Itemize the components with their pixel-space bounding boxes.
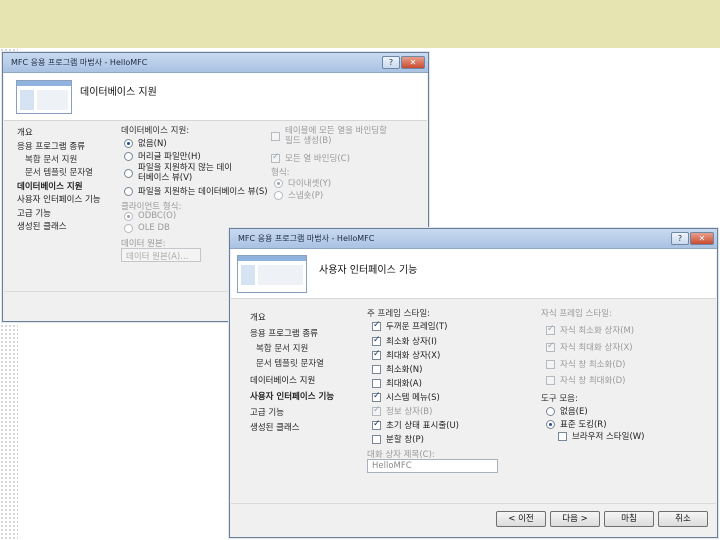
nav-item-user-interface[interactable]: 사용자 인터페이스 기능: [250, 390, 334, 402]
checkbox-icon: [372, 349, 381, 360]
checkbox-icon: [271, 152, 280, 163]
db-option-header-only[interactable]: 머리글 파일만(H): [124, 150, 201, 162]
radio-icon: [124, 223, 133, 233]
nav-item-application-type[interactable]: 응용 프로그램 종류: [17, 140, 85, 152]
radio-icon: [124, 168, 133, 178]
nav-item-overview[interactable]: 개요: [250, 311, 266, 323]
checkbox-icon: [372, 419, 381, 430]
wizard-header: 데이터베이스 지원: [4, 73, 427, 121]
checkbox-icon: [546, 341, 555, 352]
radio-icon: [124, 138, 133, 148]
close-button[interactable]: ✕: [690, 232, 714, 245]
checkbox-icon: [271, 131, 280, 141]
wizard-preview-image: [16, 80, 72, 114]
nav-item-database-support[interactable]: 데이터베이스 지원: [250, 374, 315, 386]
toolbar-label: 도구 모음:: [541, 394, 578, 404]
checkbox-icon: [372, 335, 381, 346]
button-row-divider: [231, 503, 716, 504]
page-title: 사용자 인터페이스 기능: [319, 265, 418, 276]
main-frame-option-maximized[interactable]: 최대화(A): [372, 377, 422, 389]
window-title: MFC 응용 프로그램 마법사 - HelloMFC: [11, 58, 148, 67]
bind-all-columns-checkbox[interactable]: 모든 열 바인딩(C): [271, 152, 350, 164]
previous-button[interactable]: < 이전: [496, 511, 546, 527]
nav-item-compound-document[interactable]: 복합 문서 지원: [256, 342, 308, 354]
main-frame-styles-label: 주 프레임 스타일:: [367, 309, 431, 319]
checkbox-icon: [372, 405, 381, 416]
main-frame-option-system-menu[interactable]: 시스템 메뉴(S): [372, 391, 440, 403]
radio-icon: [124, 211, 133, 221]
checkbox-icon: [372, 391, 381, 402]
main-frame-option-thick-frame[interactable]: 두꺼운 프레임(T): [372, 320, 447, 332]
database-support-label: 데이터베이스 지원:: [121, 126, 190, 136]
child-frame-option-minimize-box[interactable]: 자식 최소화 상자(M): [546, 324, 634, 336]
next-button[interactable]: 다음 >: [550, 511, 600, 527]
type-option-dynaset[interactable]: 다이내셋(Y): [274, 177, 331, 189]
nav-item-compound-document[interactable]: 복합 문서 지원: [25, 153, 77, 165]
dialog-caption-input[interactable]: HelloMFC: [367, 459, 498, 473]
wizard-header: 사용자 인터페이스 기능: [231, 249, 716, 299]
radio-icon: [546, 406, 555, 416]
radio-icon: [546, 419, 555, 429]
nav-item-database-support[interactable]: 데이터베이스 지원: [17, 180, 83, 192]
child-frame-option-minimized[interactable]: 자식 창 최소화(D): [546, 358, 626, 370]
toolbar-option-none[interactable]: 없음(E): [546, 405, 588, 417]
main-frame-option-minimized[interactable]: 최소화(N): [372, 363, 422, 375]
type-option-snapshot[interactable]: 스냅숏(P): [274, 189, 323, 201]
checkbox-icon: [372, 434, 381, 444]
front-wizard-window: MFC 응용 프로그램 마법사 - HelloMFC ? ✕ 사용자 인터페이스…: [229, 228, 718, 538]
client-option-oledb[interactable]: OLE DB: [124, 223, 170, 233]
page-title: 데이터베이스 지원: [80, 87, 157, 98]
checkbox-icon: [372, 364, 381, 374]
wizard-preview-image: [237, 255, 307, 293]
main-frame-option-status-bar[interactable]: 초기 상태 표시줄(U): [372, 419, 459, 431]
data-source-button[interactable]: 데이터 원본(A)...: [121, 248, 201, 262]
nav-item-advanced[interactable]: 고급 기능: [250, 406, 284, 418]
cancel-button[interactable]: 취소: [658, 511, 708, 527]
radio-icon: [274, 178, 283, 188]
main-frame-option-about-box[interactable]: 정보 상자(B): [372, 405, 432, 417]
nav-item-document-template[interactable]: 문서 템플릿 문자열: [25, 166, 93, 178]
generate-columns-checkbox[interactable]: 테이블에 모든 열을 바인딩할 필드 생성(B): [271, 126, 395, 146]
front-window-titlebar: MFC 응용 프로그램 마법사 - HelloMFC ? ✕: [230, 229, 717, 249]
checkbox-icon: [372, 378, 381, 388]
db-option-none[interactable]: 없음(N): [124, 137, 167, 149]
slide-title-banner: [0, 0, 720, 48]
child-frame-option-maximize-box[interactable]: 자식 최대화 상자(X): [546, 341, 633, 353]
checkbox-icon: [546, 324, 555, 335]
window-title: MFC 응용 프로그램 마법사 - HelloMFC: [238, 234, 375, 243]
db-option-view-no-file[interactable]: 파일을 지원하지 않는 데이터베이스 뷰(V): [124, 163, 233, 183]
nav-item-user-interface[interactable]: 사용자 인터페이스 기능: [17, 193, 101, 205]
nav-item-advanced[interactable]: 고급 기능: [17, 207, 51, 219]
main-frame-option-minimize-box[interactable]: 최소화 상자(I): [372, 335, 437, 347]
checkbox-icon: [558, 431, 567, 441]
back-window-titlebar: MFC 응용 프로그램 마법사 - HelloMFC ? ✕: [3, 53, 428, 73]
radio-icon: [274, 190, 283, 200]
help-button[interactable]: ?: [382, 56, 400, 69]
help-button[interactable]: ?: [671, 232, 689, 245]
toolbar-option-standard-docking[interactable]: 표준 도킹(R): [546, 418, 607, 430]
child-frame-option-maximized[interactable]: 자식 창 최대화(D): [546, 374, 626, 386]
checkbox-icon: [546, 359, 555, 369]
child-frame-styles-label: 자식 프레임 스타일:: [541, 309, 612, 319]
checkbox-icon: [546, 375, 555, 385]
browser-style-checkbox[interactable]: 브라우저 스타일(W): [558, 430, 644, 442]
db-option-view-with-file[interactable]: 파일을 지원하는 데이터베이스 뷰(S): [124, 185, 268, 197]
finish-button[interactable]: 마침: [604, 511, 654, 527]
client-option-odbc[interactable]: ODBC(O): [124, 211, 176, 221]
nav-item-generated-classes[interactable]: 생성된 클래스: [250, 421, 300, 433]
radio-icon: [124, 186, 133, 196]
nav-item-application-type[interactable]: 응용 프로그램 종류: [250, 327, 318, 339]
radio-icon: [124, 151, 133, 161]
main-frame-option-split-window[interactable]: 분할 창(P): [372, 433, 424, 445]
checkbox-icon: [372, 320, 381, 331]
nav-item-generated-classes[interactable]: 생성된 클래스: [17, 220, 67, 232]
main-frame-option-maximize-box[interactable]: 최대화 상자(X): [372, 349, 440, 361]
close-button[interactable]: ✕: [401, 56, 425, 69]
nav-item-document-template[interactable]: 문서 템플릿 문자열: [256, 357, 324, 369]
nav-item-overview[interactable]: 개요: [17, 126, 33, 138]
